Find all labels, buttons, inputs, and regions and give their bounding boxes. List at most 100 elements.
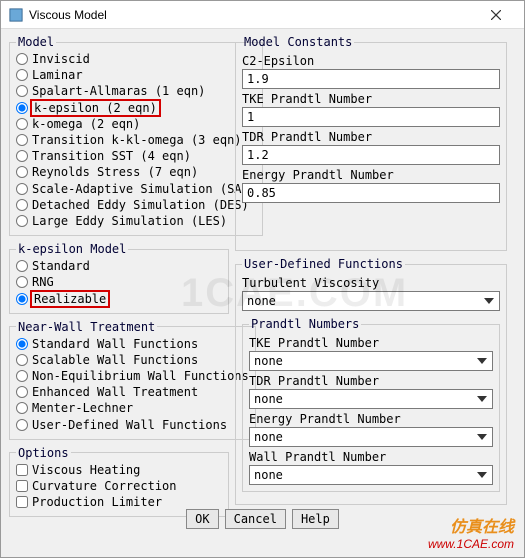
model-radio-7-label: Reynolds Stress (7 eqn) [32,165,198,179]
ke-radio-2[interactable]: Realizable [16,290,222,306]
model-radio-6-radio[interactable] [16,150,28,162]
nw-radio-0-label: Standard Wall Functions [32,337,198,351]
pn-value-2: none [254,430,283,444]
model-radio-5-radio[interactable] [16,134,28,146]
nw-radio-5[interactable]: User-Defined Wall Functions [16,417,249,433]
model-radio-9[interactable]: Detached Eddy Simulation (DES) [16,197,256,213]
model-radio-8-radio[interactable] [16,183,28,195]
nw-radio-4-radio[interactable] [16,402,28,414]
nw-radio-4[interactable]: Menter-Lechner [16,400,249,416]
nw-radio-1-label: Scalable Wall Functions [32,353,198,367]
nw-radio-3[interactable]: Enhanced Wall Treatment [16,384,249,400]
opt-check-2-checkbox[interactable] [16,496,28,508]
const-input-0[interactable] [242,69,500,89]
model-radio-8-label: Scale-Adaptive Simulation (SAS) [32,182,256,196]
model-radio-0[interactable]: Inviscid [16,51,256,67]
model-radio-9-label: Detached Eddy Simulation (DES) [32,198,249,212]
udf-legend: User-Defined Functions [242,257,405,271]
model-radio-2-label: Spalart-Allmaras (1 eqn) [32,84,205,98]
nw-radio-2[interactable]: Non-Equilibrium Wall Functions [16,368,249,384]
opt-check-1-checkbox[interactable] [16,480,28,492]
opt-check-2[interactable]: Production Limiter [16,494,222,510]
titlebar: Viscous Model [1,1,524,29]
model-group: Model InviscidLaminarSpalart-Allmaras (1… [9,35,263,236]
pn-value-0: none [254,354,283,368]
pn-dropdown-2[interactable]: none [249,427,493,447]
model-radio-1-label: Laminar [32,68,83,82]
opt-check-2-label: Production Limiter [32,495,162,509]
nw-radio-5-radio[interactable] [16,419,28,431]
cancel-button[interactable]: Cancel [225,509,286,529]
model-radio-0-label: Inviscid [32,52,90,66]
const-label-3: Energy Prandtl Number [242,168,500,182]
nw-radio-3-radio[interactable] [16,386,28,398]
chevron-down-icon [474,467,490,483]
pn-dropdown-1[interactable]: none [249,389,493,409]
model-radio-4[interactable]: k-omega (2 eqn) [16,116,256,132]
options-group: Options Viscous HeatingCurvature Correct… [9,446,229,518]
chevron-down-icon [474,353,490,369]
const-input-2[interactable] [242,145,500,165]
model-radio-3[interactable]: k-epsilon (2 eqn) [16,100,256,116]
near-wall-legend: Near-Wall Treatment [16,320,157,334]
model-radio-4-radio[interactable] [16,118,28,130]
ke-model-group: k-epsilon Model StandardRNGRealizable [9,242,229,314]
pn-value-1: none [254,392,283,406]
model-constants-group: Model Constants C2-EpsilonTKE Prandtl Nu… [235,35,507,251]
ke-radio-1-label: RNG [32,275,54,289]
nw-radio-0[interactable]: Standard Wall Functions [16,336,249,352]
const-input-1[interactable] [242,107,500,127]
pn-label-2: Energy Prandtl Number [249,412,493,426]
help-button[interactable]: Help [292,509,339,529]
turb-visc-label: Turbulent Viscosity [242,276,500,290]
nw-radio-0-radio[interactable] [16,338,28,350]
pn-dropdown-0[interactable]: none [249,351,493,371]
ke-radio-2-radio[interactable] [16,293,28,305]
nw-radio-4-label: Menter-Lechner [32,401,133,415]
model-radio-7[interactable]: Reynolds Stress (7 eqn) [16,164,256,180]
ke-radio-0-radio[interactable] [16,260,28,272]
model-radio-6[interactable]: Transition SST (4 eqn) [16,148,256,164]
nw-radio-1[interactable]: Scalable Wall Functions [16,352,249,368]
pn-dropdown-3[interactable]: none [249,465,493,485]
model-radio-7-radio[interactable] [16,166,28,178]
near-wall-group: Near-Wall Treatment Standard Wall Functi… [9,320,256,440]
model-radio-0-radio[interactable] [16,53,28,65]
model-radio-2-radio[interactable] [16,85,28,97]
const-input-3[interactable] [242,183,500,203]
model-radio-5[interactable]: Transition k-kl-omega (3 eqn) [16,132,256,148]
model-radio-10[interactable]: Large Eddy Simulation (LES) [16,213,256,229]
opt-check-1-label: Curvature Correction [32,479,177,493]
model-radio-2[interactable]: Spalart-Allmaras (1 eqn) [16,83,256,99]
chevron-down-icon [474,391,490,407]
chevron-down-icon [481,293,497,309]
opt-check-0[interactable]: Viscous Heating [16,462,222,478]
model-radio-9-radio[interactable] [16,199,28,211]
close-button[interactable] [476,4,516,26]
nw-radio-2-label: Non-Equilibrium Wall Functions [32,369,249,383]
model-radio-3-radio[interactable] [16,102,28,114]
pn-label-0: TKE Prandtl Number [249,336,493,350]
nw-radio-1-radio[interactable] [16,354,28,366]
model-radio-10-label: Large Eddy Simulation (LES) [32,214,227,228]
model-radio-10-radio[interactable] [16,215,28,227]
pn-value-3: none [254,468,283,482]
const-label-0: C2-Epsilon [242,54,500,68]
close-icon [491,10,501,20]
window-title: Viscous Model [29,8,476,22]
brand-url: www.1CAE.com [428,537,514,551]
model-radio-1-radio[interactable] [16,69,28,81]
footer-brand: 仿真在线 www.1CAE.com [428,513,514,551]
model-radio-8[interactable]: Scale-Adaptive Simulation (SAS) [16,181,256,197]
model-radio-1[interactable]: Laminar [16,67,256,83]
prandtl-numbers-group: Prandtl Numbers TKE Prandtl NumbernoneTD… [242,317,500,492]
ke-radio-0[interactable]: Standard [16,258,222,274]
ok-button[interactable]: OK [186,509,218,529]
opt-check-0-checkbox[interactable] [16,464,28,476]
ke-radio-1-radio[interactable] [16,276,28,288]
turb-visc-dropdown[interactable]: none [242,291,500,311]
nw-radio-2-radio[interactable] [16,370,28,382]
opt-check-1[interactable]: Curvature Correction [16,478,222,494]
udf-group: User-Defined Functions Turbulent Viscosi… [235,257,507,505]
ke-radio-1[interactable]: RNG [16,274,222,290]
